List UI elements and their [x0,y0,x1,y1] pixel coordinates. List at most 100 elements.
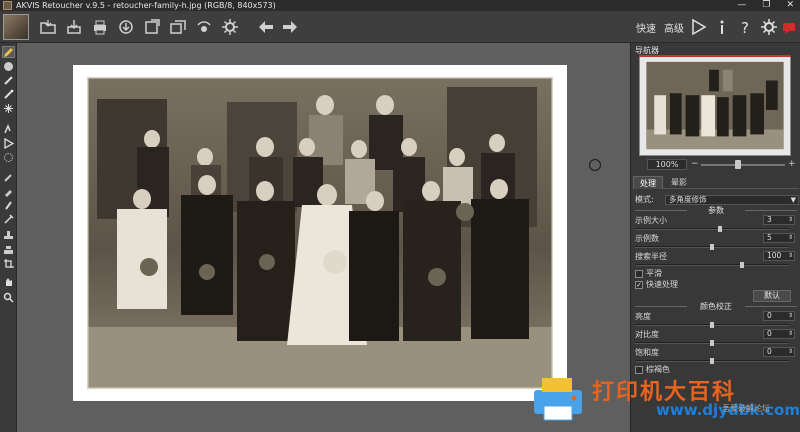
zoom-slider[interactable] [701,164,785,166]
mode-select[interactable]: 多角度修饰 ▼ [665,195,799,205]
app-icon [3,1,12,10]
slider-handle[interactable] [718,226,722,232]
blur-icon[interactable] [2,199,15,211]
chisel-icon[interactable] [2,185,15,197]
color-input[interactable]: 0 ⇕ [763,311,795,321]
clone-icon[interactable] [2,151,15,163]
batch-icon[interactable] [168,17,188,37]
param-row: 示例数 5 ⇕ [635,233,797,244]
fast-processing-checkbox[interactable]: ✓ 快速处理 [635,280,795,290]
zoom-out-button[interactable]: − [691,159,699,169]
settings-gear-icon[interactable] [220,17,240,37]
zoom-slider-handle[interactable] [735,160,741,169]
app-logo [3,14,29,40]
pen-icon[interactable] [2,74,15,86]
import-icon[interactable] [116,17,136,37]
stamp-icon[interactable] [2,229,15,241]
checkbox-box[interactable] [635,270,643,278]
run-icon[interactable] [688,17,708,37]
param-input[interactable]: 5 ⇕ [763,233,795,243]
open-icon[interactable] [38,17,58,37]
mode-advanced-button[interactable]: 高级 [664,20,684,35]
color-label: 饱和度 [635,348,659,357]
slider-handle[interactable] [710,358,714,364]
param-input[interactable]: 3 ⇕ [763,215,795,225]
help-icon[interactable]: ? [735,17,755,37]
maximize-button[interactable]: ❐ [762,0,770,11]
color-value: 0 [767,347,772,356]
color-input[interactable]: 0 ⇕ [763,329,795,339]
hand-icon[interactable] [2,257,15,269]
brush-icon[interactable] [2,46,15,58]
healing-icon[interactable] [2,171,15,183]
tab-vignette[interactable]: 晕影 [665,176,693,189]
site-watermark: 打印机大百科 www.djydbk.com 吾爱破解论坛 [526,370,800,432]
crop-icon[interactable] [2,243,15,255]
color-row: 对比度 0 ⇕ [635,329,797,340]
color-slider[interactable] [635,358,795,364]
minimize-button[interactable]: — [737,0,746,11]
slider-handle[interactable] [710,244,714,250]
redo-arrow-icon[interactable] [280,17,300,37]
eraser-icon[interactable] [2,60,15,72]
checkbox-label: 快速处理 [646,280,678,289]
param-slider[interactable] [635,226,795,232]
mode-express-button[interactable]: 快速 [636,20,656,35]
param-slider[interactable] [635,244,795,250]
magnifier-icon[interactable] [2,291,15,303]
zoom-select[interactable]: 100% [647,159,687,170]
param-label: 示例数 [635,234,659,243]
color-slider[interactable] [635,322,795,328]
tab-processing[interactable]: 处理 [633,176,663,189]
color-value: 0 [767,329,772,338]
checkbox-box[interactable]: ✓ [635,281,643,289]
color-row: 饱和度 0 ⇕ [635,347,797,358]
image-canvas[interactable] [73,65,567,401]
mode-select-value: 多角度修饰 [669,195,707,204]
info-icon[interactable] [712,17,732,37]
spin-icon[interactable]: ⇕ [788,312,793,320]
export-icon[interactable] [142,17,162,37]
navigator-highlight [639,55,791,57]
color-input[interactable]: 0 ⇕ [763,347,795,357]
color-value: 0 [767,311,772,320]
param-value: 5 [767,233,772,242]
close-button[interactable]: ✕ [786,0,794,11]
slider-track [635,228,789,230]
eyedropper-icon[interactable] [2,213,15,225]
brush-cursor [589,159,601,171]
navigator-preview[interactable] [639,55,791,156]
panel-tabs: 处理 晕影 [633,176,799,189]
smooth-checkbox[interactable]: 平滑 [635,269,795,279]
share-icon[interactable] [194,17,214,37]
param-label: 示例大小 [635,216,667,225]
magic-wand-icon[interactable] [2,88,15,100]
param-value: 100 [767,251,782,260]
slider-handle[interactable] [710,322,714,328]
spin-icon[interactable]: ⇕ [788,348,793,356]
zoom-controls: 100% − + [635,159,797,171]
color-slider[interactable] [635,340,795,346]
spin-icon[interactable]: ⇕ [788,234,793,242]
undo-arrow-icon[interactable] [256,17,276,37]
param-row: 搜索半径 100 ⇕ [635,251,797,262]
zoom-icon[interactable] [2,275,15,287]
save-icon[interactable] [64,17,84,37]
spin-icon[interactable]: ⇕ [788,216,793,224]
spin-icon[interactable]: ⇕ [788,252,793,260]
slider-handle[interactable] [710,340,714,346]
print-icon[interactable] [90,17,110,37]
color-label: 对比度 [635,330,659,339]
zoom-in-button[interactable]: + [788,159,796,169]
tube-icon[interactable] [2,137,15,149]
preferences-icon[interactable] [759,17,779,37]
select-icon[interactable] [2,123,15,135]
param-input[interactable]: 100 ⇕ [763,251,795,261]
lasso-icon[interactable] [2,102,15,114]
slider-handle[interactable] [740,262,744,268]
param-row: 示例大小 3 ⇕ [635,215,797,226]
slider-track [635,264,789,266]
spin-icon[interactable]: ⇕ [788,330,793,338]
param-slider[interactable] [635,262,795,268]
feedback-icon[interactable] [779,17,799,37]
